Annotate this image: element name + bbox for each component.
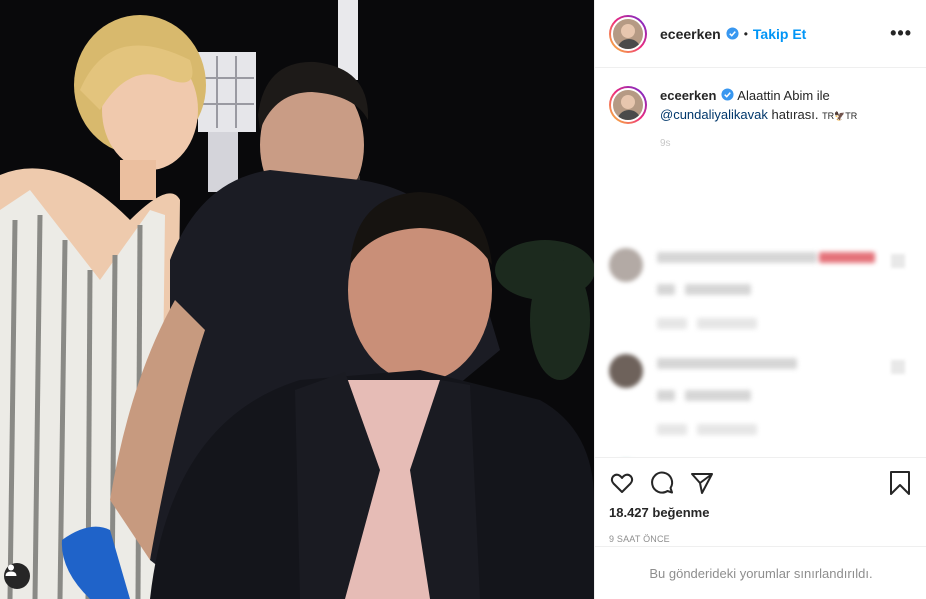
caption: eceerken Alaattin Abim ile @cundaliyalik…: [609, 86, 912, 126]
tag-people-button[interactable]: [4, 563, 30, 589]
likes-count[interactable]: 18.427 beğenme: [609, 505, 913, 520]
separator-dot: •: [743, 26, 748, 41]
comments-area: eceerken Alaattin Abim ile @cundaliyalik…: [595, 68, 926, 457]
caption-prefix: Alaattin Abim ile: [737, 88, 830, 103]
action-icons: [609, 468, 913, 498]
caption-suffix: hatırası.: [771, 107, 819, 122]
verified-badge-icon: [721, 88, 734, 101]
post-header: eceerken • Takip Et •••: [595, 0, 926, 68]
post-actions: 18.427 beğenme 9 SAAT ÖNCE: [595, 457, 926, 544]
caption-time: 9s: [660, 138, 671, 149]
share-icon[interactable]: [689, 470, 715, 496]
more-options-icon[interactable]: •••: [890, 23, 912, 44]
heart-icon[interactable]: [609, 470, 635, 496]
comment-icon[interactable]: [649, 470, 675, 496]
caption-flags: TR🦅TR: [822, 111, 858, 121]
save-icon[interactable]: [887, 470, 913, 496]
caption-text: eceerken Alaattin Abim ile @cundaliyalik…: [660, 86, 857, 126]
author-avatar[interactable]: [609, 14, 647, 53]
follow-button[interactable]: Takip Et: [753, 26, 806, 42]
verified-badge-icon: [726, 27, 739, 40]
photo-illustration: [0, 0, 594, 599]
tag-people-icon: [5, 564, 17, 576]
comments-restricted-notice: Bu gönderideki yorumlar sınırlandırıldı.: [595, 546, 926, 599]
post-photo[interactable]: [0, 0, 594, 599]
caption-avatar[interactable]: [609, 86, 647, 124]
post-time[interactable]: 9 SAAT ÖNCE: [609, 534, 913, 544]
caption-username[interactable]: eceerken: [660, 88, 716, 103]
caption-mention[interactable]: @cundaliyalikavak: [660, 107, 768, 122]
post-sidebar: eceerken • Takip Et ••• eceerken Alaatti…: [594, 0, 926, 599]
author-username[interactable]: eceerken: [660, 26, 721, 42]
